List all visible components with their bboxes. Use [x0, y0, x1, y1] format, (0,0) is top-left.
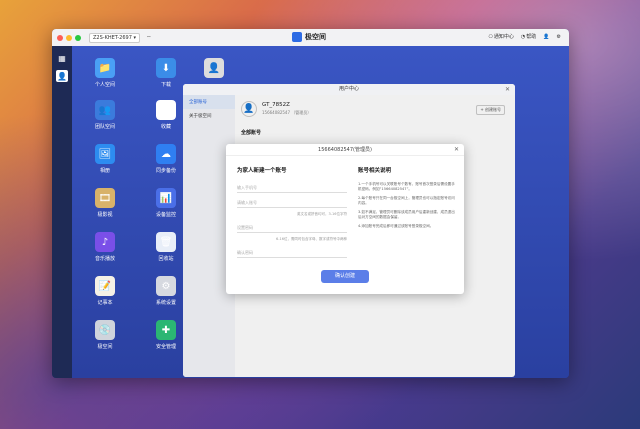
settings-icon[interactable]: ⚙	[557, 34, 561, 40]
field-hint: 6-16位，需同时包含字母、数字或符号中两种	[276, 237, 347, 241]
notify-button[interactable]: ⎔ 通知中心	[488, 33, 514, 41]
maximize-window-button[interactable]	[75, 34, 81, 41]
form-heading: 为家人新建一个账号	[237, 168, 287, 174]
desktop-app-label: 设备监控	[155, 212, 176, 218]
minimize-window-button[interactable]	[66, 34, 72, 41]
user-center-dock-icon[interactable]: 👤	[56, 70, 68, 82]
team-folder-icon: 👥	[95, 100, 115, 120]
desktop-app-label: 个人空间	[94, 82, 115, 88]
desktop-app-film[interactable]: 🎞 极影视	[85, 188, 125, 218]
close-window-button[interactable]	[57, 34, 63, 41]
note-item: 4.添加账号完成后即可通过该账号登录极空间。	[358, 224, 434, 228]
desktop-user-avatar[interactable]: 👤	[194, 58, 234, 81]
shield-icon: ✚	[156, 320, 176, 340]
desktop-app-label: 安全管理	[155, 344, 176, 350]
music-icon: ♪	[95, 232, 115, 252]
desktop-app-label: 相册	[99, 168, 110, 174]
desktop-app-label: 极空间	[97, 344, 113, 350]
form-input[interactable]: 请输入账号	[237, 197, 347, 208]
download-icon: ⬇	[156, 58, 176, 78]
desktop-app-star[interactable]: ★ 收藏	[146, 100, 186, 130]
form-input[interactable]: 设置密码	[237, 222, 347, 233]
title-bar: Z2S-KHET-2697 ▾ ⌔ 极空间 ⎔ 通知中心 ◔ 帮助 👤 ⚙	[52, 29, 569, 46]
user-avatar-icon: 👤	[204, 58, 224, 78]
desktop-app-label: 系统设置	[155, 300, 176, 306]
dialog-close-icon[interactable]: ✕	[454, 144, 459, 156]
photo-icon: 🖼	[95, 144, 115, 164]
form: 为家人新建一个账号 输入手机号请输入账号英文名或拼音均可，3-16位字符设置密码…	[237, 166, 347, 262]
desktop-app-label: 下载	[160, 82, 171, 88]
desktop-app-label: 团队空间	[94, 124, 115, 130]
confirm-create-button[interactable]: 确认创建	[321, 270, 369, 283]
brand-name: 极空间	[305, 33, 326, 41]
dialog-title: 15664082547(管理员) ✕	[226, 144, 464, 156]
desktop-app-label: 记事本	[97, 300, 113, 306]
desktop-app-cloud[interactable]: ☁ 同步备份	[146, 144, 186, 174]
close-icon[interactable]: ✕	[505, 84, 510, 95]
form-input[interactable]: 确认密码	[237, 247, 347, 258]
monitor-icon: 📊	[156, 188, 176, 208]
desktop-app-gear[interactable]: ⚙ 系统设置	[146, 276, 186, 306]
bell-icon: ⎔	[488, 33, 493, 40]
desktop-app-folder[interactable]: 📁 个人空间	[85, 58, 125, 88]
user-icon[interactable]: 👤	[543, 34, 549, 40]
note-item: 1.一个手机号可以关联账号个数有，账号首次登录后需设置手机密码。例如“15664…	[358, 182, 455, 191]
desktop-app-shield[interactable]: ✚ 安全管理	[146, 320, 186, 350]
notes-heading: 账号相关说明	[358, 168, 392, 174]
user-center-titlebar: 用户中心 ✕	[183, 84, 515, 95]
field-hint: 英文名或拼音均可，3-16位字符	[297, 212, 347, 216]
notepad-icon: 📝	[95, 276, 115, 296]
brand: 极空间	[292, 32, 326, 42]
desktop-app-label: 音乐播放	[94, 256, 115, 262]
help-button[interactable]: ◔ 帮助	[520, 33, 536, 41]
create-account-dialog: 15664082547(管理员) ✕ 为家人新建一个账号 输入手机号请输入账号英…	[226, 144, 464, 294]
desktop-app-notepad[interactable]: 📝 记事本	[85, 276, 125, 306]
disk-icon: 💿	[95, 320, 115, 340]
desktop-app-label: 收藏	[160, 124, 171, 130]
account-notes: 账号相关说明 1.一个手机号可以关联账号个数有，账号首次登录后需设置手机密码。例…	[358, 166, 456, 233]
apps-grid-icon[interactable]: ▦	[56, 52, 68, 64]
trash-icon: 🗑	[156, 232, 176, 252]
note-item: 3.如不满足，管理员可删除该成员用户后重新创建，成员退出后对方空间的数据会保留。	[358, 210, 455, 219]
desktop-app-label: 同步备份	[155, 168, 176, 174]
folder-icon: 📁	[95, 58, 115, 78]
user-center-title: 用户中心	[338, 86, 359, 92]
desktop-app-team-folder[interactable]: 👥 团队空间	[85, 100, 125, 130]
desktop-app-trash[interactable]: 🗑 回收站	[146, 232, 186, 262]
cloud-icon: ☁	[156, 144, 176, 164]
brand-logo-icon	[292, 32, 302, 42]
desktop-app-label: 回收站	[158, 256, 174, 262]
form-input[interactable]: 输入手机号	[237, 182, 347, 193]
titlebar-actions: ⎔ 通知中心 ◔ 帮助 👤 ⚙	[488, 33, 562, 41]
device-selector[interactable]: Z2S-KHET-2697 ▾	[89, 32, 141, 43]
left-dock: ▦ 👤	[52, 46, 72, 378]
window-controls	[57, 34, 81, 41]
note-item: 2.每个账号只在同一台极空间上，管理员也可以指定账号访问内容。	[358, 196, 455, 205]
desktop-app-label: 极影视	[97, 212, 113, 218]
help-icon: ◔	[520, 33, 526, 40]
film-icon: 🎞	[95, 188, 115, 208]
desktop-app-download[interactable]: ⬇ 下载	[146, 58, 186, 88]
wifi-icon: ⌔	[146, 34, 152, 42]
desktop-app-music[interactable]: ♪ 音乐播放	[85, 232, 125, 262]
desktop-app-monitor[interactable]: 📊 设备监控	[146, 188, 186, 218]
gear-icon: ⚙	[156, 276, 176, 296]
desktop-app-disk[interactable]: 💿 极空间	[85, 320, 125, 350]
desktop-app-photo[interactable]: 🖼 相册	[85, 144, 125, 174]
star-icon: ★	[156, 100, 176, 120]
